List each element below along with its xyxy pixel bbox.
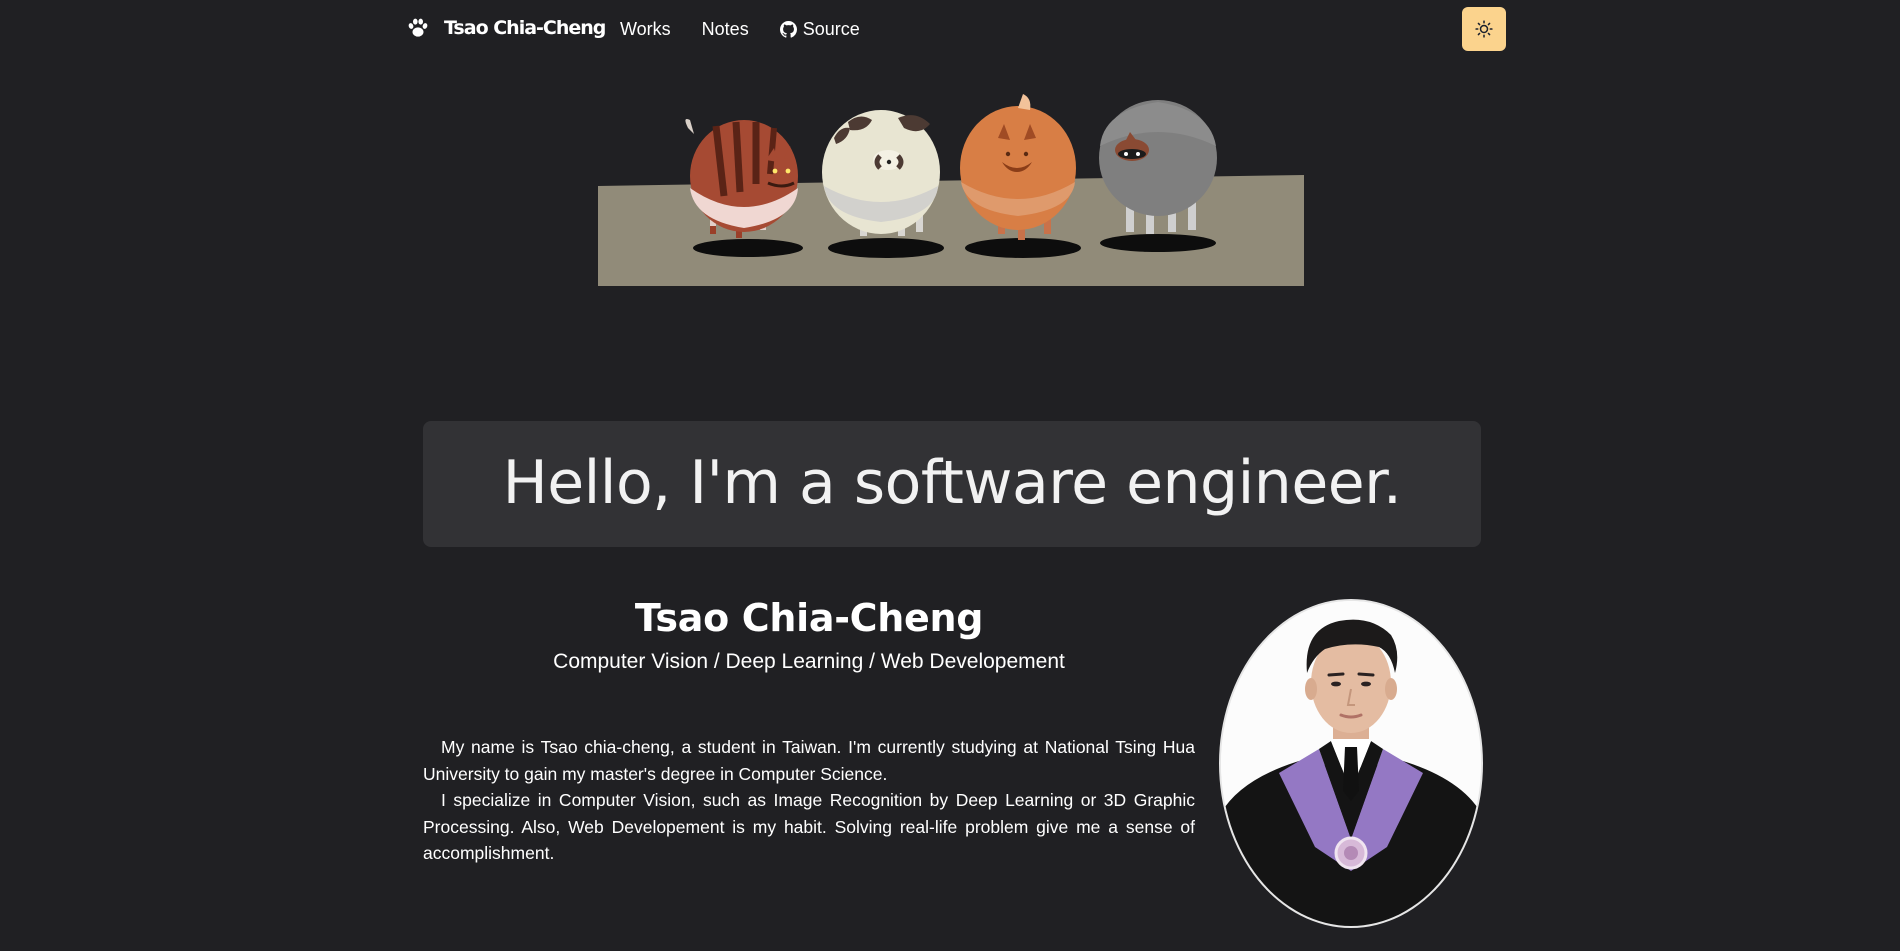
nav-link-notes[interactable]: Notes [702, 19, 749, 40]
page: Tsao Chia-Cheng Works Notes Source Hello… [0, 0, 1900, 951]
sun-icon [1475, 20, 1493, 38]
bio-paragraph: My name is Tsao chia-cheng, a student in… [423, 737, 1195, 784]
nav-link-source-label: Source [802, 18, 860, 39]
animal-characters-illustration [598, 94, 1304, 286]
brand-link[interactable]: Tsao Chia-Cheng [406, 12, 606, 44]
hero-3d-scene[interactable] [598, 88, 1304, 286]
greeting-text: Hello, I'm a software engineer. [502, 448, 1402, 518]
greeting-card: Hello, I'm a software engineer. [423, 421, 1481, 547]
profile-photo [1219, 599, 1483, 928]
github-icon [779, 20, 797, 38]
profile-role: Computer Vision / Deep Learning / Web De… [553, 650, 1065, 673]
nav-link-source[interactable]: Source [779, 18, 860, 40]
profile-name: Tsao Chia-Cheng [634, 596, 984, 640]
nav-link-works[interactable]: Works [620, 19, 671, 40]
avatar [1221, 601, 1481, 926]
brand-name: Tsao Chia-Cheng [444, 17, 606, 39]
top-navbar: Tsao Chia-Cheng Works Notes Source [0, 0, 1900, 58]
paw-icon [408, 18, 428, 37]
theme-toggle-button[interactable] [1462, 7, 1506, 51]
nav-links: Works Notes Source [620, 16, 860, 42]
bio-section: My name is Tsao chia-cheng, a student in… [423, 734, 1195, 867]
bio-paragraph: I specialize in Computer Vision, such as… [423, 790, 1195, 863]
